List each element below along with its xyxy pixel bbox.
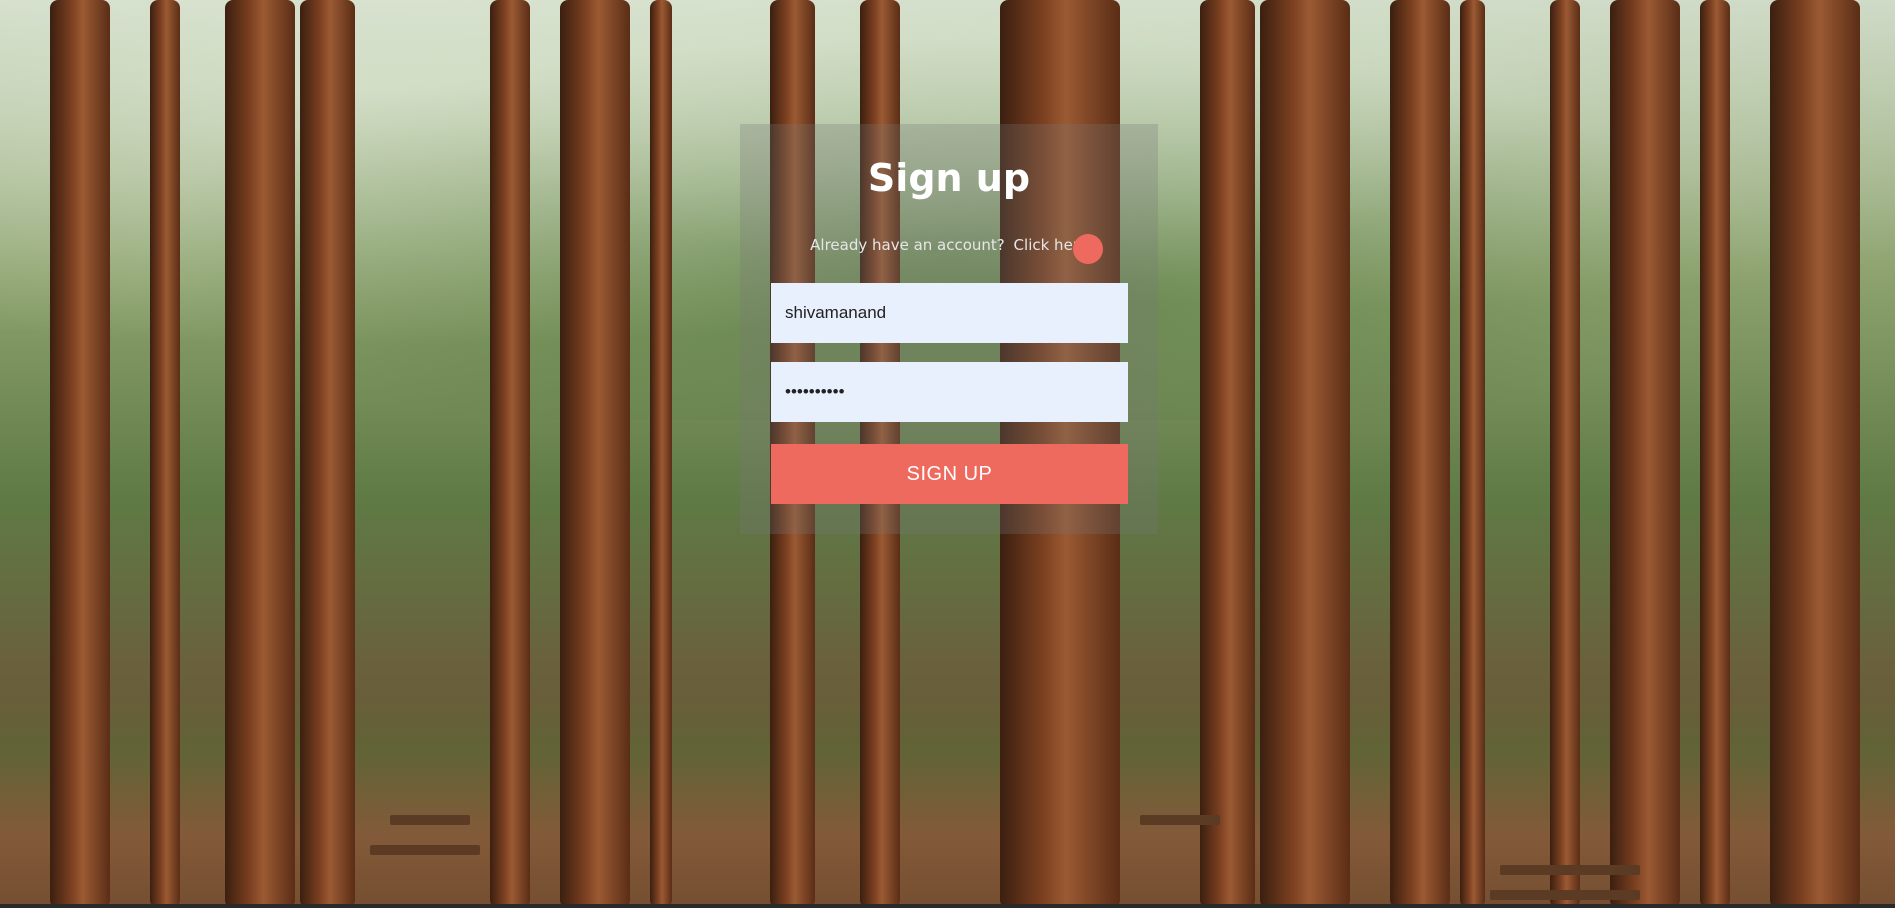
tree-trunk <box>1260 0 1350 908</box>
tree-trunk <box>1200 0 1255 908</box>
tree-trunk <box>225 0 295 908</box>
tree-trunk <box>1610 0 1680 908</box>
tree-trunk <box>150 0 180 908</box>
tree-trunk <box>1770 0 1860 908</box>
page-title: Sign up <box>867 156 1031 200</box>
tree-trunk <box>300 0 355 908</box>
picnic-table <box>370 845 480 855</box>
signup-button[interactable]: SIGN UP <box>771 444 1128 504</box>
tree-trunk <box>490 0 530 908</box>
tree-trunk <box>1700 0 1730 908</box>
login-prompt-text: Already have an account? <box>810 236 1005 254</box>
tree-trunk <box>1460 0 1485 908</box>
toggle-circle-icon[interactable] <box>1073 234 1103 264</box>
bottom-edge <box>0 904 1895 908</box>
picnic-table <box>390 815 470 825</box>
picnic-table <box>1140 815 1220 825</box>
tree-trunk <box>1550 0 1580 908</box>
username-input[interactable] <box>771 283 1128 343</box>
password-input[interactable] <box>771 362 1128 422</box>
picnic-table <box>1490 890 1640 900</box>
forest-background: Sign up Already have an account? Click h… <box>0 0 1895 908</box>
signup-form: Sign up Already have an account? Click h… <box>740 124 1158 534</box>
tree-trunk <box>1390 0 1450 908</box>
tree-trunk <box>50 0 110 908</box>
picnic-table <box>1500 865 1640 875</box>
tree-trunk <box>650 0 672 908</box>
tree-trunk <box>560 0 630 908</box>
